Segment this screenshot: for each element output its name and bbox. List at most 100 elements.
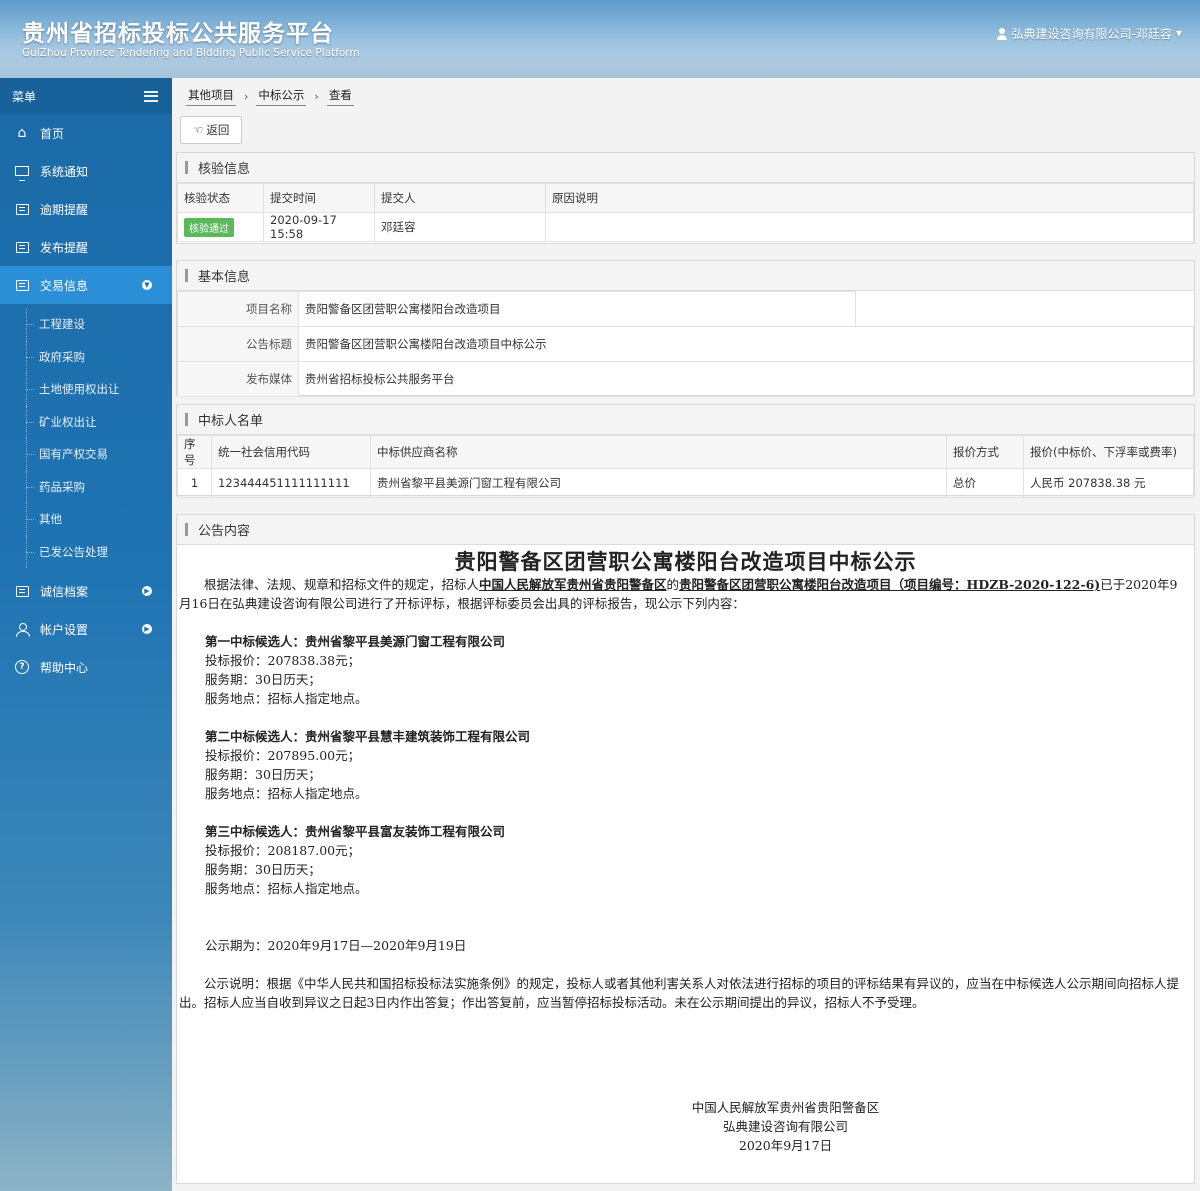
panel-title: 中标人名单 (177, 405, 1194, 435)
submenu-item[interactable]: 土地使用权出让 (0, 373, 172, 406)
sidebar: 菜单 ⌂ 首页 系统通知 逾期提醒 发布提醒 交易信息 ▼ 工程建设 政府采购 … (0, 78, 172, 1191)
table-row: 项目名称 贵阳警备区团营职公寓楼阳台改造项目 (177, 291, 1194, 327)
column-header: 核验状态 (177, 183, 264, 213)
submitter: 邓廷容 (374, 212, 546, 242)
candidate-place: 服务地点：招标人指定地点。 (205, 691, 368, 706)
table-row: 公告标题 贵阳警备区团营职公寓楼阳台改造项目中标公示 (177, 326, 1194, 362)
submenu-item[interactable]: 政府采购 (0, 340, 172, 374)
sidebar-item-publish-reminder[interactable]: 发布提醒 (0, 228, 172, 266)
candidate-price: 投标报价：208187.00元； (205, 843, 361, 858)
sidebar-item-label: 首页 (40, 126, 65, 141)
field-label: 项目名称 (177, 291, 299, 327)
help-icon: ? (14, 659, 30, 675)
breadcrumb-item: 查看 (326, 87, 354, 106)
user-menu[interactable]: 弘典建设咨询有限公司-邓廷容 ▼ (996, 25, 1182, 42)
verify-title: 核验信息 (198, 162, 251, 177)
table-row: 1 123444451111111111 贵州省黎平县美源门窗工程有限公司 总价… (177, 468, 1194, 498)
back-hand-icon: ☜ (192, 123, 204, 137)
sidebar-item-system-notice[interactable]: 系统通知 (0, 152, 172, 190)
site-title: 贵州省招标投标公共服务平台 (22, 21, 334, 47)
notice-explain: 公示说明：根据《中华人民共和国招标投标法实施条例》的规定，投标人或者其他利害关系… (179, 976, 1180, 1010)
chevron-right-icon: ▶ (142, 624, 152, 634)
submenu-item[interactable]: 其他 (0, 503, 172, 536)
column-header: 报价方式 (946, 435, 1024, 469)
signature-date: 2020年9月17日 (738, 1138, 833, 1153)
sidebar-item-label: 帮助中心 (40, 660, 89, 675)
site-subtitle: GuiZhou Province Tendering and Bidding P… (22, 47, 360, 59)
field-value: 贵阳警备区团营职公寓楼阳台改造项目 (298, 291, 856, 327)
table-row: 发布媒体 贵州省招标投标公共服务平台 (177, 361, 1194, 397)
intro-text: 根据法律、法规、规章和招标文件的规定，招标人 (204, 577, 480, 592)
sidebar-item-label: 逾期提醒 (40, 202, 89, 217)
candidate-title: 第二中标候选人：贵州省黎平县慧丰建筑装饰工程有限公司 (205, 729, 531, 744)
sidebar-item-credit-archive[interactable]: 诚信档案 ▶ (0, 572, 172, 610)
sidebar-item-home[interactable]: ⌂ 首页 (0, 114, 172, 152)
project-name: 贵阳警备区团营职公寓楼阳台改造项目（项目编号：HDZB-2020-122-6) (679, 577, 1101, 592)
list-icon (14, 277, 30, 293)
sidebar-item-label: 帐户设置 (40, 622, 89, 637)
breadcrumb: 其他项目 › 中标公示 › 查看 (178, 84, 362, 108)
caret-down-icon: ▼ (1175, 29, 1182, 38)
panel-title: 基本信息 (177, 261, 1194, 291)
notice-panel: 公告内容 贵阳警备区团营职公寓楼阳台改造项目中标公示 根据法律、法规、规章和招标… (176, 514, 1195, 1184)
notice-title: 贵阳警备区团营职公寓楼阳台改造项目中标公示 (454, 549, 917, 574)
submenu-item[interactable]: 已发公告处理 (0, 535, 172, 569)
chevron-down-icon: ▼ (142, 280, 152, 290)
notice-intro: 根据法律、法规、规章和招标文件的规定，招标人中国人民解放军贵州省贵阳警备区的贵阳… (177, 575, 1194, 613)
field-label: 公告标题 (177, 326, 299, 362)
field-value: 贵州省招标投标公共服务平台 (298, 361, 1194, 397)
column-header: 统一社会信用代码 (211, 435, 371, 469)
winners-panel: 中标人名单 序号 统一社会信用代码 中标供应商名称 报价方式 报价(中标价、下浮… (176, 404, 1195, 498)
candidate-period: 服务期：30日历天； (205, 767, 321, 782)
column-header: 报价(中标价、下浮率或费率) (1023, 435, 1194, 469)
table-row: 核验通过 2020-09-17 15:58 邓廷容 (177, 212, 1194, 242)
chevron-right-icon: ▶ (142, 586, 152, 596)
sidebar-item-account-settings[interactable]: 帐户设置 ▶ (0, 610, 172, 648)
chevron-right-icon: › (314, 89, 319, 103)
reason (545, 212, 1194, 242)
basic-title: 基本信息 (198, 270, 251, 285)
list-icon (14, 239, 30, 255)
winners-title: 中标人名单 (198, 414, 264, 429)
submit-time: 2020-09-17 15:58 (263, 212, 375, 242)
status-badge: 核验通过 (184, 217, 234, 237)
submenu-item[interactable]: 药品采购 (0, 470, 172, 504)
submenu-item[interactable]: 工程建设 (0, 308, 172, 341)
signature-tenderer: 中国人民解放军贵州省贵阳警备区 (691, 1100, 880, 1115)
submenu-item[interactable]: 矿业权出让 (0, 405, 172, 439)
field-value: 贵阳警备区团营职公寓楼阳台改造项目中标公示 (298, 326, 1194, 362)
back-button[interactable]: ☜ 返回 (180, 116, 242, 144)
breadcrumb-item[interactable]: 中标公示 (256, 87, 307, 106)
sidebar-item-label: 系统通知 (40, 164, 89, 179)
notice-period: 公示期为：2020年9月17日—2020年9月19日 (205, 938, 467, 953)
candidate-place: 服务地点：招标人指定地点。 (205, 881, 368, 896)
list-icon (14, 201, 30, 217)
candidate-period: 服务期：30日历天； (205, 672, 321, 687)
monitor-icon (14, 163, 30, 181)
panel-title: 公告内容 (177, 515, 1194, 545)
basic-info-panel: 基本信息 项目名称 贵阳警备区团营职公寓楼阳台改造项目 公告标题 贵阳警备区团营… (176, 260, 1195, 397)
trade-info-submenu: 工程建设 政府采购 土地使用权出让 矿业权出让 国有产权交易 药品采购 其他 已… (0, 304, 172, 572)
back-button-label: 返回 (206, 123, 230, 137)
breadcrumb-item[interactable]: 其他项目 (186, 87, 236, 106)
column-header: 序号 (177, 435, 212, 469)
verify-table: 核验状态 提交时间 提交人 原因说明 核验通过 2020-09-17 15:58… (177, 183, 1194, 242)
hamburger-icon[interactable] (144, 90, 158, 102)
winners-table: 序号 统一社会信用代码 中标供应商名称 报价方式 报价(中标价、下浮率或费率) … (177, 435, 1194, 498)
tenderer-name: 中国人民解放军贵州省贵阳警备区 (479, 577, 667, 592)
sidebar-item-help[interactable]: ? 帮助中心 (0, 648, 172, 686)
candidate-block: 第三中标候选人：贵州省黎平县富友装饰工程有限公司 投标报价：208187.00元… (177, 822, 1194, 898)
column-header: 原因说明 (545, 183, 1194, 213)
menu-header: 菜单 (0, 78, 172, 114)
notice-section-title: 公告内容 (198, 524, 251, 539)
intro-text: 的 (666, 577, 680, 592)
sidebar-item-overdue[interactable]: 逾期提醒 (0, 190, 172, 228)
submenu-item[interactable]: 国有产权交易 (0, 438, 172, 471)
main-content: 其他项目 › 中标公示 › 查看 ☜ 返回 核验信息 核验状态 提交时间 提交人… (172, 78, 1200, 1191)
sidebar-item-trade-info[interactable]: 交易信息 ▼ (0, 266, 172, 304)
user-icon (996, 27, 1008, 40)
candidate-block: 第二中标候选人：贵州省黎平县慧丰建筑装饰工程有限公司 投标报价：207895.0… (177, 727, 1194, 803)
price-value: 人民币 207838.38 元 (1023, 468, 1194, 498)
candidate-title: 第一中标候选人：贵州省黎平县美源门窗工程有限公司 (205, 634, 506, 649)
candidate-block: 第一中标候选人：贵州省黎平县美源门窗工程有限公司 投标报价：207838.38元… (177, 632, 1194, 708)
